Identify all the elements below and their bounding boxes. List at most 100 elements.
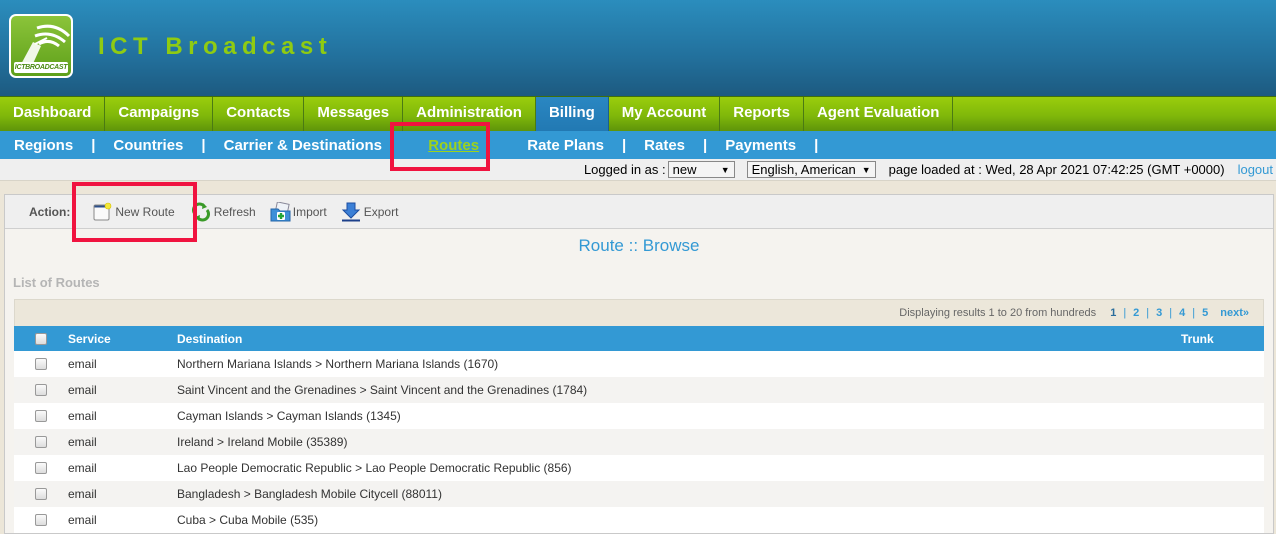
service-cell: email: [68, 461, 97, 475]
page-link-2[interactable]: 2: [1133, 307, 1139, 319]
table-row[interactable]: email Bangladesh > Bangladesh Mobile City…: [14, 481, 1264, 507]
tab-agent-evaluation[interactable]: Agent Evaluation: [804, 97, 954, 131]
chevron-down-icon: ▼: [720, 164, 730, 175]
page-link-5[interactable]: 5: [1202, 307, 1208, 319]
list-label: List of Routes: [13, 275, 100, 290]
select-all-checkbox[interactable]: [35, 332, 47, 345]
tab-dashboard[interactable]: Dashboard: [0, 97, 106, 131]
chevron-down-icon: ▼: [861, 164, 871, 175]
main-nav: Dashboard Campaigns Contacts Messages Ad…: [0, 96, 1276, 131]
routes-table: Displaying results 1 to 20 from hundreds…: [14, 299, 1264, 533]
row-checkbox[interactable]: [35, 384, 47, 396]
subnav-separator: |: [703, 136, 708, 154]
service-cell: email: [68, 435, 97, 449]
destination-cell: Bangladesh > Bangladesh Mobile Citycell …: [177, 487, 442, 501]
subnav-countries[interactable]: Countries: [113, 137, 183, 154]
column-header-service[interactable]: Service: [68, 332, 177, 346]
logo-text: ICTBROADCAST: [14, 62, 68, 73]
pagination-bar: Displaying results 1 to 20 from hundreds…: [14, 299, 1264, 326]
refresh-button[interactable]: Refresh: [191, 202, 256, 222]
tab-billing[interactable]: Billing: [535, 97, 609, 131]
page-loaded-text: page loaded at : Wed, 28 Apr 2021 07:42:…: [888, 162, 1225, 177]
row-select-cell: [14, 462, 68, 474]
page-links: 1 | 2 | 3 | 4 | 5: [1110, 307, 1208, 319]
subnav-payments[interactable]: Payments: [725, 137, 796, 154]
new-route-button[interactable]: New Route: [92, 202, 175, 222]
results-summary: Displaying results 1 to 20 from hundreds: [899, 307, 1097, 319]
page-title: Route :: Browse: [578, 236, 700, 255]
subnav-rate-plans[interactable]: Rate Plans: [527, 137, 604, 154]
subnav-routes[interactable]: Routes: [428, 137, 479, 154]
new-window-icon: [92, 202, 112, 222]
tab-campaigns[interactable]: Campaigns: [105, 97, 214, 131]
row-checkbox[interactable]: [35, 462, 47, 474]
service-cell: email: [68, 513, 97, 527]
logged-in-label: Logged in as :: [583, 162, 666, 177]
table-row[interactable]: email Cayman Islands > Cayman Islands (13…: [14, 403, 1264, 429]
language-select[interactable]: English, American ▼: [746, 161, 876, 178]
column-header-trunk[interactable]: Trunk: [1181, 332, 1261, 346]
service-cell: email: [68, 487, 97, 501]
app-header: ICTBROADCAST ICT Broadcast: [0, 0, 1276, 96]
tab-administration[interactable]: Administration: [403, 97, 536, 131]
page-separator: |: [1146, 307, 1150, 319]
table-row[interactable]: email Cuba > Cuba Mobile (535): [14, 507, 1264, 533]
destination-cell: Lao People Democratic Republic > Lao Peo…: [177, 461, 572, 475]
row-checkbox[interactable]: [35, 488, 47, 500]
import-button[interactable]: Import: [270, 200, 327, 222]
action-label: Action:: [29, 204, 71, 219]
table-body: email Northern Mariana Islands > Northern…: [14, 351, 1264, 533]
refresh-label: Refresh: [213, 204, 256, 219]
language-select-value: English, American: [751, 162, 856, 177]
row-checkbox[interactable]: [35, 410, 47, 422]
export-label: Export: [363, 204, 399, 219]
sub-nav: Regions | Countries | Carrier & Destinat…: [0, 131, 1276, 159]
row-select-cell: [14, 358, 68, 370]
page-link-1[interactable]: 1: [1110, 307, 1116, 319]
page-link-4[interactable]: 4: [1179, 307, 1185, 319]
row-checkbox[interactable]: [35, 436, 47, 448]
tab-contacts[interactable]: Contacts: [213, 97, 305, 131]
select-all-cell: [14, 332, 68, 345]
destination-cell: Ireland > Ireland Mobile (35389): [177, 435, 348, 449]
import-label: Import: [292, 204, 327, 219]
table-row[interactable]: email Ireland > Ireland Mobile (35389): [14, 429, 1264, 455]
logout-link[interactable]: logout: [1238, 162, 1273, 177]
subnav-separator: |: [621, 136, 627, 154]
user-select[interactable]: new ▼: [667, 161, 735, 178]
page-separator: |: [1192, 307, 1196, 319]
tab-messages[interactable]: Messages: [304, 97, 404, 131]
subnav-carrier-destinations[interactable]: Carrier & Destinations: [224, 137, 382, 154]
subnav-separator: |: [91, 136, 96, 154]
subnav-separator: |: [814, 136, 819, 154]
tab-my-account[interactable]: My Account: [609, 97, 721, 131]
subnav-rates[interactable]: Rates: [644, 137, 685, 154]
destination-cell: Northern Mariana Islands > Northern Mari…: [177, 357, 499, 371]
satellite-dish-icon: ICTBROADCAST: [11, 16, 71, 76]
download-arrow-icon: [341, 202, 361, 222]
table-header: Service Destination Trunk: [14, 326, 1264, 351]
column-header-destination[interactable]: Destination: [177, 332, 1181, 346]
row-select-cell: [14, 384, 68, 396]
row-checkbox[interactable]: [35, 358, 47, 370]
page-link-3[interactable]: 3: [1156, 307, 1162, 319]
table-row[interactable]: email Northern Mariana Islands > Northern…: [14, 351, 1264, 377]
ictbroadcast-logo[interactable]: ICTBROADCAST: [9, 14, 73, 78]
row-select-cell: [14, 488, 68, 500]
import-folder-icon: [270, 200, 291, 222]
subnav-regions[interactable]: Regions: [14, 137, 73, 154]
next-page-link[interactable]: next»: [1220, 307, 1249, 319]
tab-reports[interactable]: Reports: [720, 97, 804, 131]
new-route-label: New Route: [115, 204, 175, 219]
row-select-cell: [14, 436, 68, 448]
table-row[interactable]: email Saint Vincent and the Grenadines > …: [14, 377, 1264, 403]
row-checkbox[interactable]: [35, 514, 47, 526]
table-row[interactable]: email Lao People Democratic Republic > La…: [14, 455, 1264, 481]
destination-cell: Cayman Islands > Cayman Islands (1345): [177, 409, 401, 423]
service-cell: email: [68, 357, 97, 371]
user-select-value: new: [672, 162, 697, 177]
action-bar: Action: New Route Refresh Import Export: [5, 195, 1273, 229]
export-button[interactable]: Export: [341, 202, 399, 222]
destination-cell: Saint Vincent and the Grenadines > Saint…: [177, 383, 588, 397]
page-separator: |: [1123, 307, 1127, 319]
